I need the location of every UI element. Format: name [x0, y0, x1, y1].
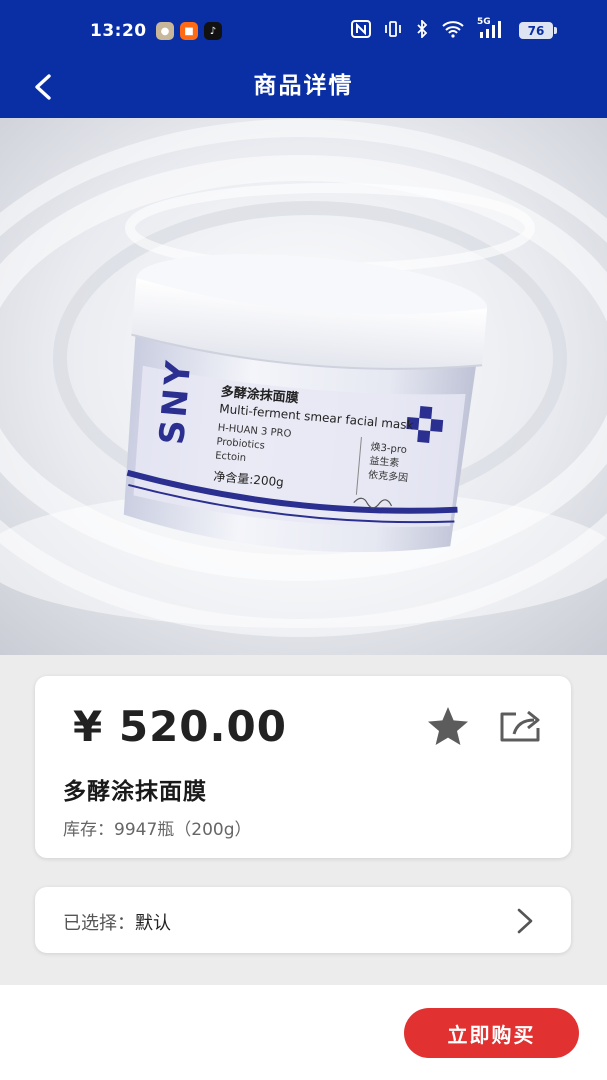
product-image[interactable]: SNY 多酵涂抹面膜 Multi-ferment smear facial ma…	[0, 118, 607, 655]
shopping-app-icon: ■	[180, 22, 198, 40]
spec-value: 默认	[135, 913, 171, 934]
stock-text: 库存：9947瓶（200g）	[63, 820, 252, 840]
battery-indicator: 76	[519, 22, 557, 39]
spec-label: 已选择：	[63, 913, 135, 934]
bottom-bar: 立即购买	[0, 985, 607, 1080]
wifi-icon	[442, 21, 464, 38]
product-name: 多酵涂抹面膜	[63, 779, 207, 805]
status-bar: 13:20 ● ■ ♪ 5G 76	[0, 0, 607, 58]
vibrate-icon	[385, 21, 401, 37]
nav-bar: 商品详情	[0, 58, 607, 118]
share-button[interactable]	[495, 704, 545, 748]
spec-selector-text: 已选择：默认	[63, 909, 171, 935]
chevron-right-icon	[517, 908, 533, 934]
status-time: 13:20	[90, 21, 147, 41]
spec-selector[interactable]: 已选择：默认	[35, 887, 571, 953]
signal-icon: 5G	[477, 17, 503, 38]
avatar-app-icon: ●	[156, 22, 174, 40]
star-icon	[428, 707, 468, 745]
jar-brand: SNY	[152, 357, 199, 447]
tiktok-app-icon: ♪	[204, 22, 222, 40]
price: ¥ 520.00	[73, 702, 287, 751]
status-indicators: 5G	[351, 17, 503, 38]
nfc-icon	[351, 20, 371, 38]
share-icon	[500, 710, 540, 742]
favorite-button[interactable]	[425, 704, 471, 748]
page-title: 商品详情	[253, 73, 354, 99]
status-app-icons: ● ■ ♪	[156, 22, 222, 40]
bluetooth-icon	[417, 20, 428, 38]
product-photo: SNY 多酵涂抹面膜 Multi-ferment smear facial ma…	[0, 118, 607, 655]
buy-now-button[interactable]: 立即购买	[404, 1008, 579, 1058]
price-card: ¥ 520.00 多酵涂抹面膜 库存：9947瓶（200g）	[35, 676, 571, 858]
